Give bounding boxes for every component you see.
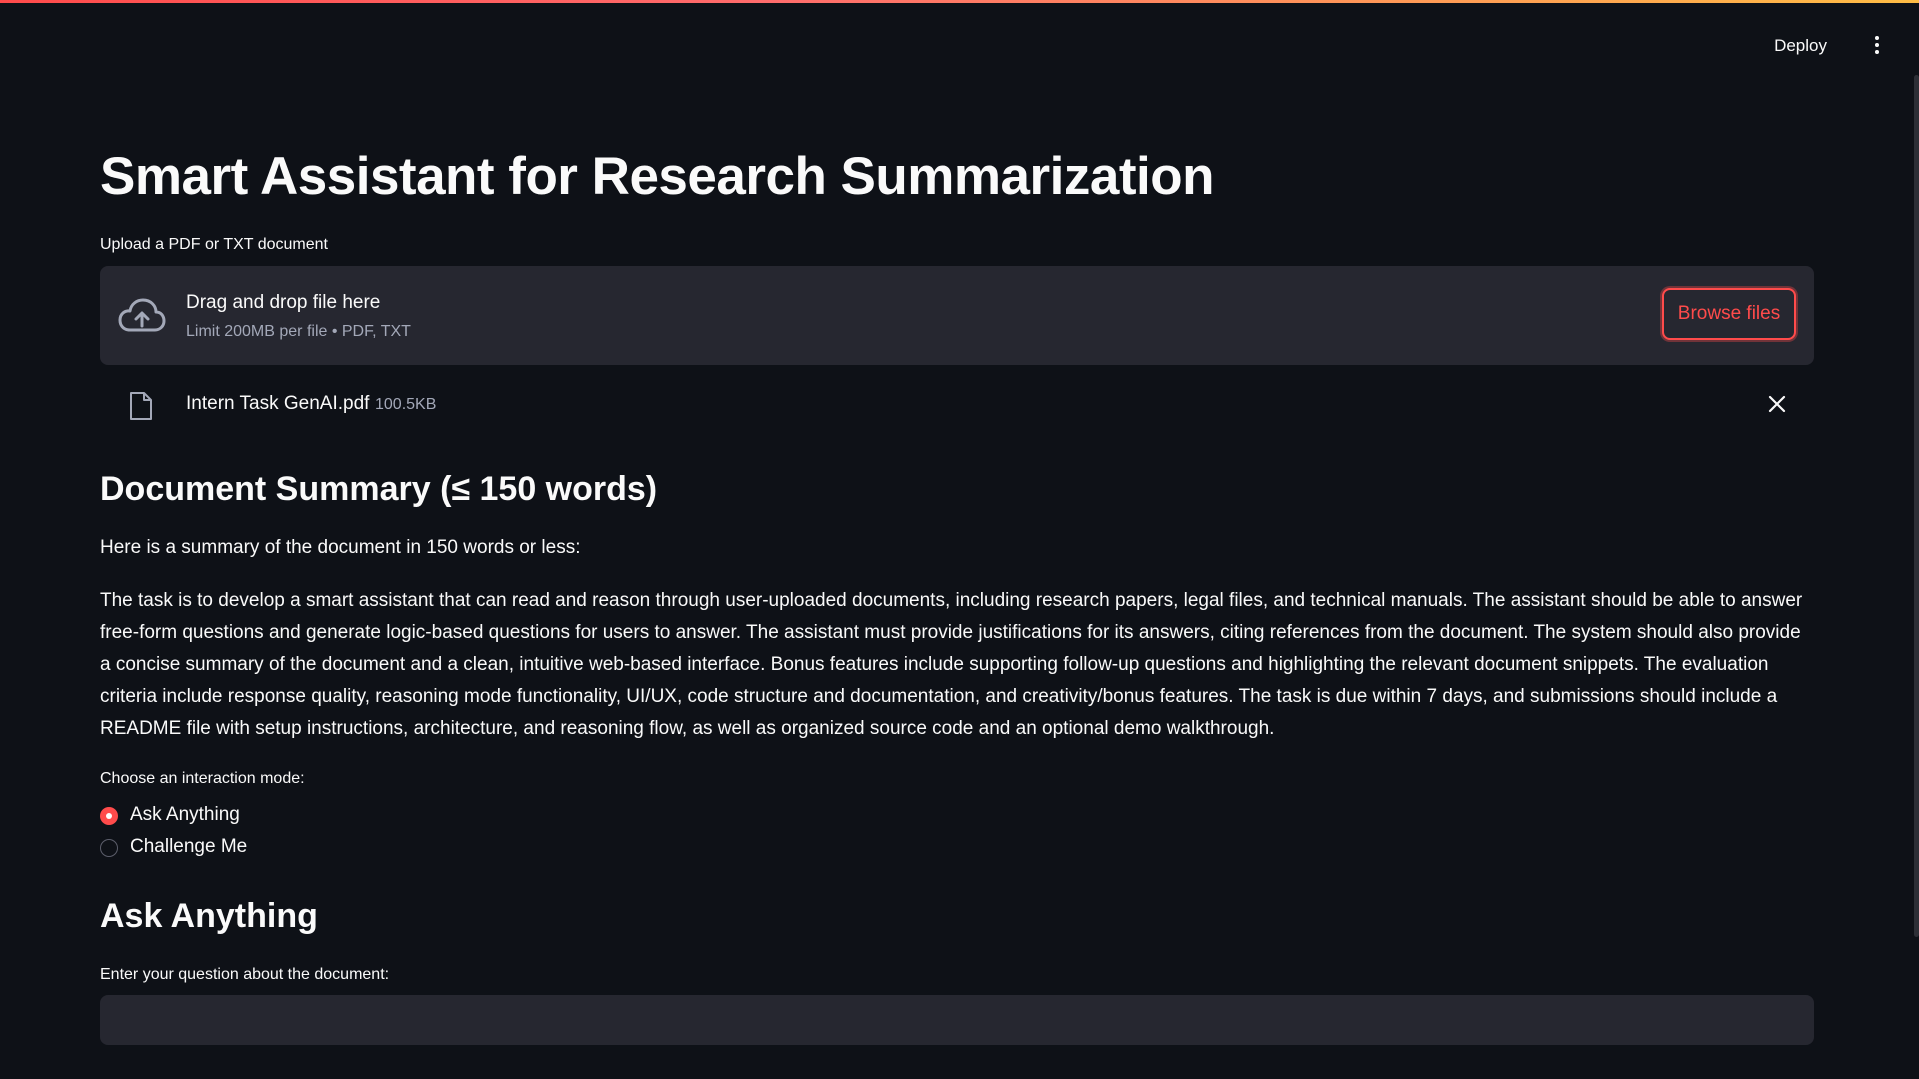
file-icon <box>130 392 152 420</box>
radio-label: Ask Anything <box>130 804 240 825</box>
summary-intro: Here is a summary of the document in 150… <box>100 537 581 558</box>
radio-label: Challenge Me <box>130 836 248 857</box>
question-input[interactable] <box>100 995 1814 1045</box>
dropzone-title: Drag and drop file here <box>186 292 381 313</box>
scrollbar[interactable] <box>1914 75 1919 937</box>
uploaded-file-row: Intern Task GenAI.pdf 100.5KB <box>100 383 1814 427</box>
radio-selected-icon <box>100 807 118 825</box>
summary-heading: Document Summary (≤ 150 words) <box>100 470 658 508</box>
file-dropzone[interactable]: Drag and drop file here Limit 200MB per … <box>100 266 1814 365</box>
summary-text: The task is to develop a smart assistant… <box>100 590 1803 739</box>
uploaded-file-size: 100.5KB <box>375 396 437 413</box>
cloud-upload-icon <box>118 298 166 332</box>
uploaded-file-name: Intern Task GenAI.pdf <box>186 393 370 414</box>
radio-unselected-icon <box>100 839 118 857</box>
question-label: Enter your question about the document: <box>100 966 390 983</box>
kebab-menu-icon[interactable] <box>1875 36 1881 56</box>
dropzone-limit: Limit 200MB per file • PDF, TXT <box>186 323 411 340</box>
upload-label: Upload a PDF or TXT document <box>100 236 328 253</box>
close-icon[interactable] <box>1764 391 1790 417</box>
app-header: Deploy <box>1519 0 1919 90</box>
page-title: Smart Assistant for Research Summarizati… <box>100 147 1214 206</box>
deploy-button[interactable]: Deploy <box>1762 30 1839 62</box>
browse-files-button[interactable]: Browse files <box>1662 288 1796 340</box>
mode-label: Choose an interaction mode: <box>100 770 305 787</box>
ask-anything-heading: Ask Anything <box>100 897 318 935</box>
